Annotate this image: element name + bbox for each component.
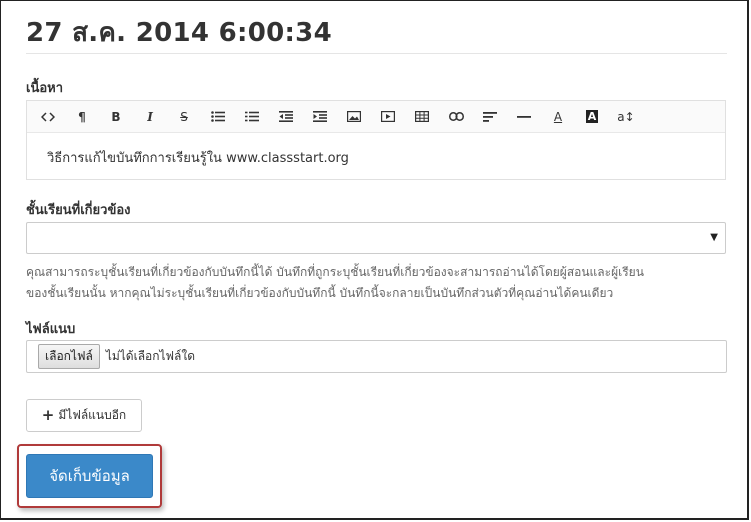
outdent-icon[interactable] bbox=[269, 103, 303, 131]
rich-text-editor: ¶ B I S A A a↕ วิธีการแก้ไขบันทึกการเรีย… bbox=[26, 100, 726, 180]
pilcrow-icon[interactable]: ¶ bbox=[65, 103, 99, 131]
choose-file-button[interactable]: เลือกไฟล์ bbox=[38, 344, 100, 369]
horizontal-rule-icon[interactable] bbox=[507, 103, 541, 131]
editor-toolbar: ¶ B I S A A a↕ bbox=[27, 101, 725, 133]
indent-icon[interactable] bbox=[303, 103, 337, 131]
help-line-1: คุณสามารถระบุชั้นเรียนที่เกี่ยวข้องกับบั… bbox=[26, 265, 644, 279]
header-divider bbox=[26, 53, 727, 54]
code-icon[interactable] bbox=[31, 103, 65, 131]
video-icon[interactable] bbox=[371, 103, 405, 131]
background-color-glyph: A bbox=[585, 110, 599, 123]
font-size-icon[interactable]: a↕ bbox=[609, 103, 643, 131]
italic-icon[interactable]: I bbox=[133, 103, 167, 131]
related-class-label: ชั้นเรียนที่เกี่ยวข้อง bbox=[26, 203, 131, 218]
strikethrough-icon[interactable]: S bbox=[167, 103, 201, 131]
align-icon[interactable] bbox=[473, 103, 507, 131]
file-input: เลือกไฟล์ ไม่ได้เลือกไฟล์ใด bbox=[26, 340, 727, 373]
help-line-2: ของชั้นเรียนนั้น หากคุณไม่ระบุชั้นเรียนท… bbox=[26, 286, 614, 300]
file-status: ไม่ได้เลือกไฟล์ใด bbox=[105, 349, 196, 363]
bold-icon[interactable]: B bbox=[99, 103, 133, 131]
editor-content[interactable]: วิธีการแก้ไขบันทึกการเรียนรู้ใน www.clas… bbox=[27, 133, 725, 168]
font-color-icon[interactable]: A bbox=[541, 103, 575, 131]
window-frame bbox=[0, 0, 749, 520]
page-title: 27 ส.ค. 2014 6:00:34 bbox=[26, 18, 332, 48]
add-attachment-button[interactable]: + มีไฟล์แนบอีก bbox=[26, 399, 142, 432]
dropdown-arrow-icon: ▼ bbox=[710, 232, 718, 243]
plus-icon: + bbox=[41, 406, 55, 424]
table-icon[interactable] bbox=[405, 103, 439, 131]
unordered-list-icon[interactable] bbox=[201, 103, 235, 131]
ordered-list-icon[interactable] bbox=[235, 103, 269, 131]
image-icon[interactable] bbox=[337, 103, 371, 131]
related-class-select[interactable]: ▼ bbox=[26, 222, 726, 254]
content-label: เนื้อหา bbox=[26, 81, 64, 96]
save-button[interactable]: จัดเก็บข้อมูล bbox=[26, 454, 153, 498]
related-class-help: คุณสามารถระบุชั้นเรียนที่เกี่ยวข้องกับบั… bbox=[26, 262, 731, 304]
add-attachment-label: มีไฟล์แนบอีก bbox=[58, 408, 127, 422]
link-icon[interactable] bbox=[439, 103, 473, 131]
attachment-label: ไฟล์แนบ bbox=[26, 322, 76, 337]
background-color-icon[interactable]: A bbox=[575, 103, 609, 131]
